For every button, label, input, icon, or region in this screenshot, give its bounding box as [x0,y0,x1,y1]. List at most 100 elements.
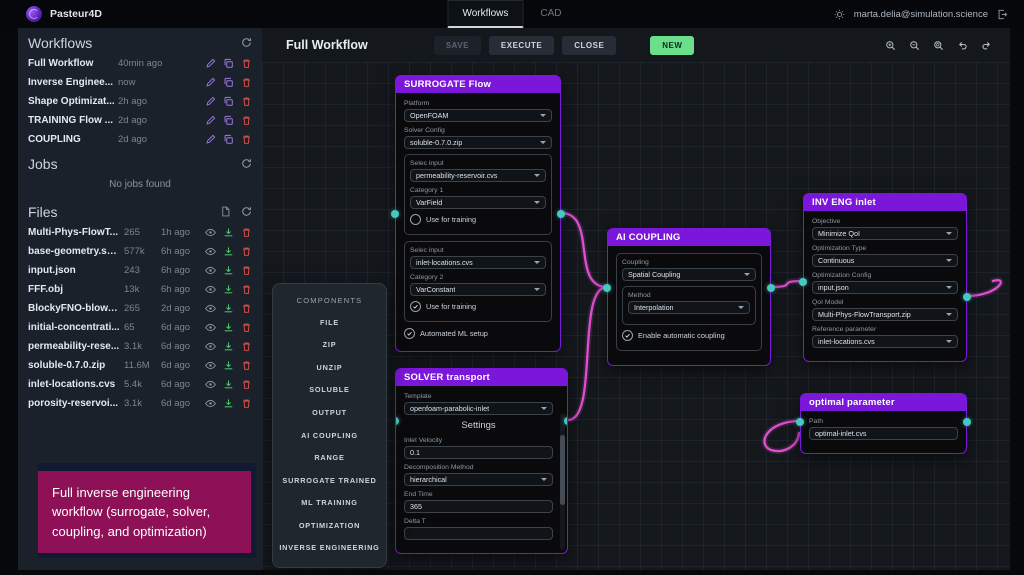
duplicate-icon[interactable] [223,58,234,69]
workflow-list-item[interactable]: Shape Optimizat... 2h ago [18,92,262,111]
file-list-item[interactable]: Multi-Phys-FlowT... 265 1h ago [18,223,262,242]
field-input[interactable] [404,527,553,540]
component-item[interactable]: SURROGATE TRAINED [277,469,382,492]
node-title[interactable]: INV ENG inlet [804,194,966,211]
node-surrogate[interactable]: SURROGATE Flow Platform OpenFOAM Solver … [391,75,565,352]
view-icon[interactable] [205,265,216,276]
component-item[interactable]: OUTPUT [277,401,382,424]
input-port[interactable] [799,278,807,286]
file-list-item[interactable]: FFF.obj 13k 6h ago [18,280,262,299]
zoom-in-icon[interactable] [885,40,896,51]
workflow-list-item[interactable]: TRAINING Flow ... 2d ago [18,111,262,130]
output-port[interactable] [963,293,971,301]
delete-icon[interactable] [241,77,252,88]
view-icon[interactable] [205,246,216,257]
duplicate-icon[interactable] [223,134,234,145]
workflow-list-item[interactable]: Inverse Enginee... now [18,73,262,92]
execute-button[interactable]: EXECUTE [488,35,555,55]
component-item[interactable]: ZIP [277,334,382,357]
field-select[interactable]: Spatial Coupling [622,268,756,281]
download-icon[interactable] [223,246,234,257]
theme-sun-icon[interactable] [834,9,845,20]
tab-cad[interactable]: CAD [525,0,576,28]
output-port[interactable] [557,210,565,218]
field-input[interactable]: 365 [404,500,553,513]
workflow-list-item[interactable]: Full Workflow 40min ago [18,54,262,73]
duplicate-icon[interactable] [223,77,234,88]
component-item[interactable]: INVERSE ENGINEERING [277,536,382,559]
output-port[interactable] [564,417,567,425]
delete-icon[interactable] [241,341,252,352]
delete-icon[interactable] [241,360,252,371]
view-icon[interactable] [205,379,216,390]
component-item[interactable]: FILE [277,311,382,334]
field-select[interactable]: soluble-0.7.0.zip [404,136,552,149]
checkbox-field[interactable]: Enable automatic coupling [622,330,756,341]
file-list-item[interactable]: initial-concentrati... 65 6d ago [18,318,262,337]
refresh-workflows-icon[interactable] [241,37,252,48]
node-title[interactable]: AI COUPLING [608,229,770,246]
view-icon[interactable] [205,227,216,238]
download-icon[interactable] [223,284,234,295]
checkbox-field[interactable]: Use for training [410,301,546,312]
delete-icon[interactable] [241,134,252,145]
delete-icon[interactable] [241,322,252,333]
close-button[interactable]: CLOSE [562,35,617,55]
download-icon[interactable] [223,265,234,276]
node-inv_eng[interactable]: INV ENG inlet Objective Minimize QoI Opt… [799,193,971,362]
view-icon[interactable] [205,322,216,333]
download-icon[interactable] [223,322,234,333]
input-port[interactable] [603,284,611,292]
node-scrollbar[interactable] [560,413,565,550]
file-list-item[interactable]: soluble-0.7.0.zip 11.6M 6d ago [18,356,262,375]
download-icon[interactable] [223,398,234,409]
delete-icon[interactable] [241,58,252,69]
node-ai_coupling[interactable]: AI COUPLING Coupling Spatial Coupling Me… [603,228,775,366]
component-item[interactable]: SOLUBLE [277,379,382,402]
checkbox-field[interactable]: Automated ML setup [404,328,552,339]
field-select[interactable]: permeability-reservoir.cvs [410,169,546,182]
delete-icon[interactable] [241,379,252,390]
refresh-jobs-icon[interactable] [241,158,252,169]
file-list-item[interactable]: BlockyFNO-blow.zip 265 2d ago [18,299,262,318]
node-solver[interactable]: SOLVER transport Template openfoam-parab… [395,368,568,554]
zoom-out-icon[interactable] [909,40,920,51]
field-select[interactable]: inlet-locations.cvs [410,256,546,269]
view-icon[interactable] [205,284,216,295]
field-input[interactable]: optimal-inlet.cvs [809,427,958,440]
zoom-fit-icon[interactable] [933,40,944,51]
output-port[interactable] [963,418,971,426]
node-optimal[interactable]: optimal parameter Path optimal-inlet.cvs [796,393,971,454]
edit-icon[interactable] [205,77,216,88]
delete-icon[interactable] [241,284,252,295]
download-icon[interactable] [223,227,234,238]
tab-workflows[interactable]: Workflows [447,0,524,28]
input-port[interactable] [796,418,804,426]
edit-icon[interactable] [205,115,216,126]
component-item[interactable]: RANGE [277,446,382,469]
scrollbar-thumb[interactable] [560,435,565,505]
field-input[interactable]: 0.1 [404,446,553,459]
field-select[interactable]: VarField [410,196,546,209]
field-select[interactable]: VarConstant [410,283,546,296]
view-icon[interactable] [205,303,216,314]
field-select[interactable]: OpenFOAM [404,109,552,122]
new-button[interactable]: NEW [650,35,695,55]
component-item[interactable]: OPTIMIZATION [277,514,382,537]
delete-icon[interactable] [241,115,252,126]
refresh-files-icon[interactable] [241,206,252,217]
delete-icon[interactable] [241,246,252,257]
delete-icon[interactable] [241,303,252,314]
download-icon[interactable] [223,303,234,314]
field-select[interactable]: Continuous [812,254,958,267]
delete-icon[interactable] [241,265,252,276]
delete-icon[interactable] [241,398,252,409]
view-icon[interactable] [205,341,216,352]
edit-icon[interactable] [205,58,216,69]
duplicate-icon[interactable] [223,96,234,107]
view-icon[interactable] [205,360,216,371]
field-select[interactable]: Minimize QoI [812,227,958,240]
file-list-item[interactable]: permeability-rese... 3.1k 6d ago [18,337,262,356]
node-title[interactable]: SOLVER transport [396,369,567,386]
edit-icon[interactable] [205,134,216,145]
